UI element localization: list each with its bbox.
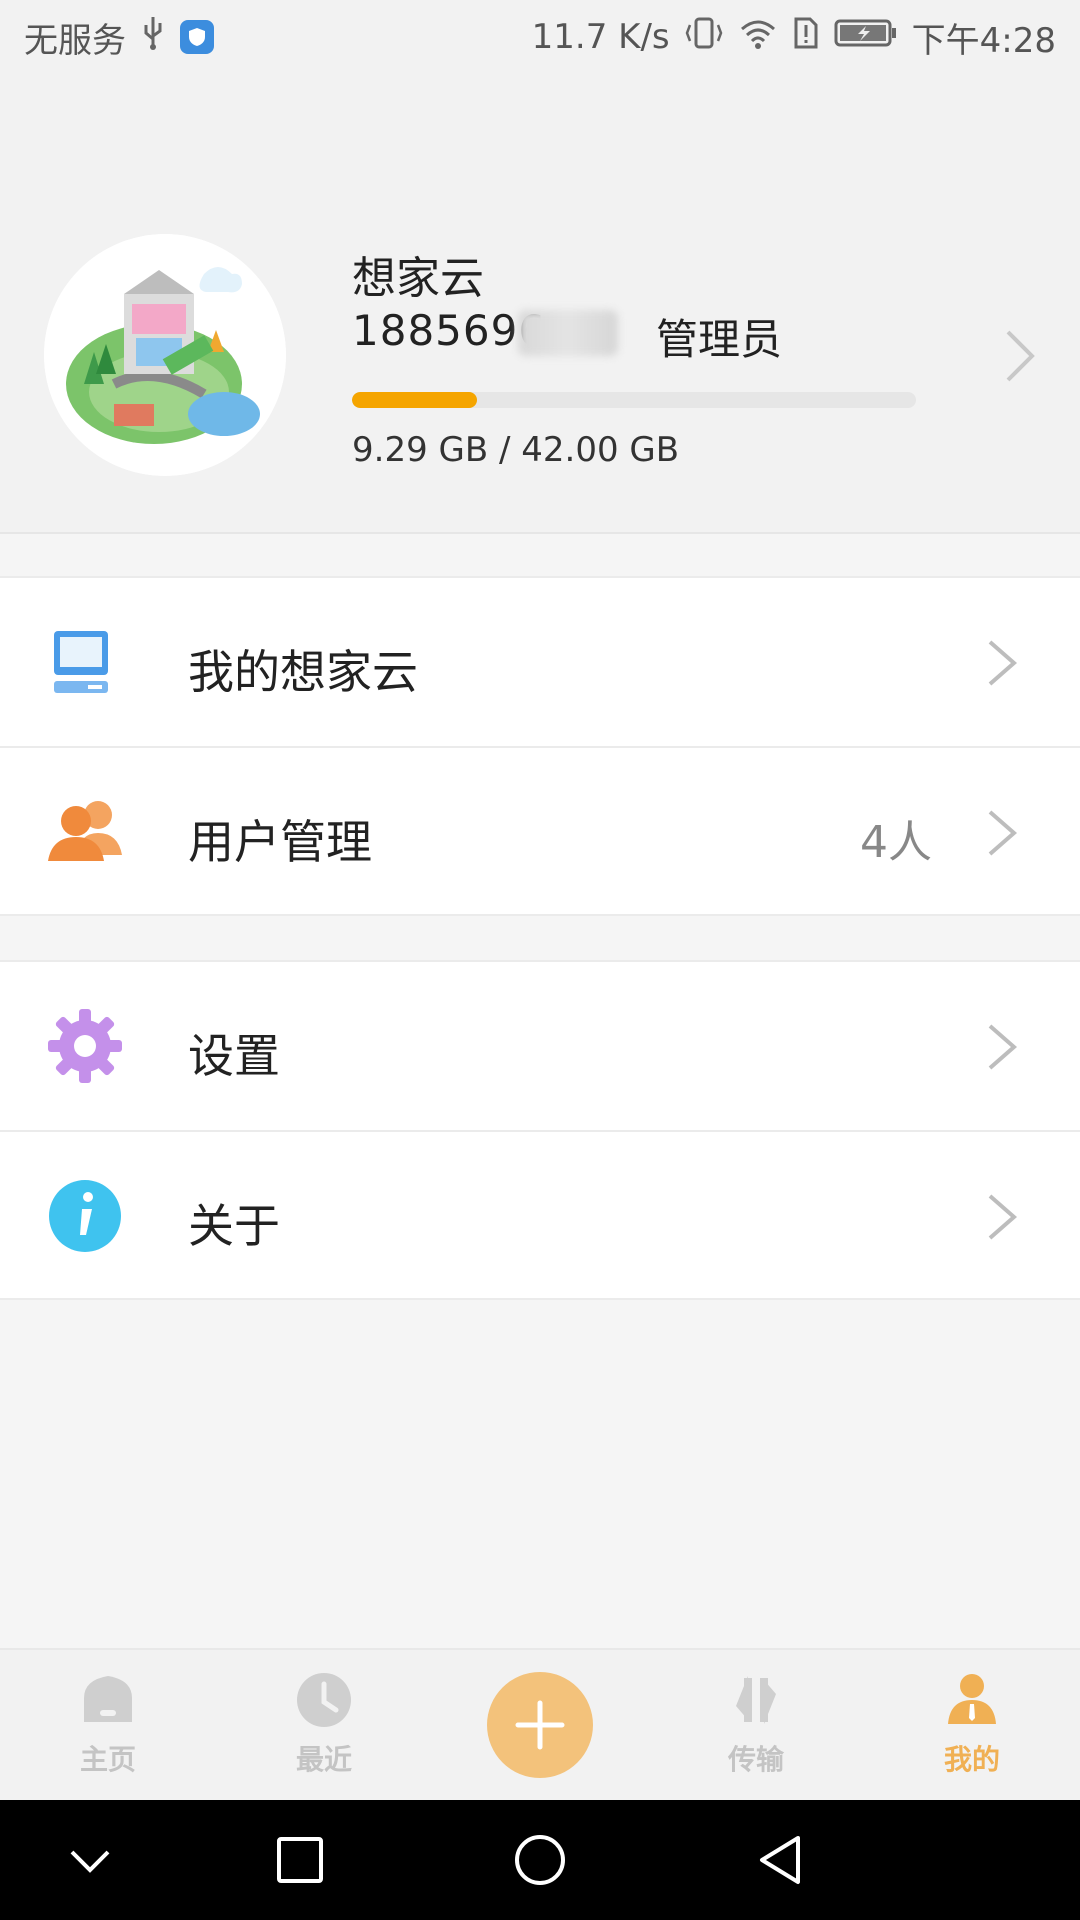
menu-group-app: 设置 关于 — [0, 960, 1080, 1300]
account-name: 想家云 — [352, 253, 484, 304]
avatar[interactable] — [44, 234, 286, 476]
security-shield-icon — [180, 20, 214, 54]
storage-usage-text: 9.29 GB / 42.00 GB — [352, 430, 680, 470]
battery-icon — [834, 15, 898, 60]
home-icon — [84, 1676, 132, 1722]
tab-label: 主页 — [79, 1743, 136, 1776]
users-icon — [48, 801, 122, 861]
tab-label: 最近 — [295, 1743, 352, 1776]
user-icon — [948, 1674, 996, 1724]
storage-progress-fill — [352, 392, 477, 408]
plus-icon — [515, 1700, 565, 1750]
bottom-tab-bar: 主页 最近 传输 我的 — [0, 1648, 1080, 1800]
status-left: 无服务 — [24, 13, 214, 62]
chevron-right-icon — [988, 1194, 1018, 1240]
vibrate-icon — [684, 15, 724, 60]
menu-item-my-cloud[interactable]: 我的想家云 — [0, 578, 1080, 746]
status-bar: 无服务 11.7 K/s 下午4:28 — [0, 0, 1080, 74]
chevron-right-icon — [988, 1024, 1018, 1070]
tab-home[interactable]: 主页 — [28, 1650, 188, 1802]
computer-icon — [54, 631, 108, 693]
tab-recent[interactable]: 最近 — [244, 1650, 404, 1802]
tab-label: 我的 — [943, 1743, 1000, 1776]
chevron-down-icon[interactable] — [60, 1830, 120, 1890]
menu-item-label: 关于 — [188, 1199, 280, 1253]
clock-icon — [297, 1673, 351, 1727]
chevron-right-icon — [988, 810, 1018, 856]
tab-transfer[interactable]: 传输 — [676, 1650, 836, 1802]
carrier-text: 无服务 — [24, 20, 126, 61]
recent-apps-icon[interactable] — [270, 1830, 330, 1890]
clock-text: 下午4:28 — [911, 20, 1056, 61]
usb-icon — [140, 15, 166, 60]
profile-header[interactable]: 想家云 1885696 管理员 9.29 GB / 42.00 GB — [0, 74, 1080, 534]
menu-item-user-management[interactable]: 用户管理 4人 — [0, 746, 1080, 914]
menu-item-settings[interactable]: 设置 — [0, 962, 1080, 1130]
system-nav-bar — [0, 1800, 1080, 1920]
storage-progress-bar — [352, 392, 916, 408]
user-count: 4人 — [860, 817, 932, 868]
home-circle-icon[interactable] — [510, 1830, 570, 1890]
gear-icon — [48, 1009, 122, 1083]
menu-item-label: 用户管理 — [188, 815, 372, 869]
avatar-illustration — [44, 234, 286, 476]
alert-sim-icon — [792, 15, 820, 60]
info-icon — [49, 1180, 121, 1252]
wifi-icon — [738, 15, 778, 60]
account-role: 管理员 — [656, 315, 783, 364]
network-speed-text: 11.7 K/s — [531, 17, 670, 57]
back-icon[interactable] — [750, 1830, 810, 1890]
account-phone: 1885696 — [352, 306, 547, 355]
transfer-icon — [736, 1676, 776, 1724]
menu-item-label: 我的想家云 — [188, 645, 418, 699]
menu-item-label: 设置 — [188, 1029, 280, 1083]
menu-item-about[interactable]: 关于 — [0, 1130, 1080, 1298]
tab-mine[interactable]: 我的 — [892, 1650, 1052, 1802]
menu-group-device: 我的想家云 用户管理 4人 — [0, 576, 1080, 916]
chevron-right-icon — [988, 640, 1018, 686]
phone-redaction — [518, 310, 618, 356]
chevron-right-icon[interactable] — [1000, 326, 1040, 386]
add-button[interactable] — [487, 1672, 593, 1778]
tab-label: 传输 — [727, 1743, 784, 1776]
status-right: 11.7 K/s 下午4:28 — [532, 13, 1056, 62]
